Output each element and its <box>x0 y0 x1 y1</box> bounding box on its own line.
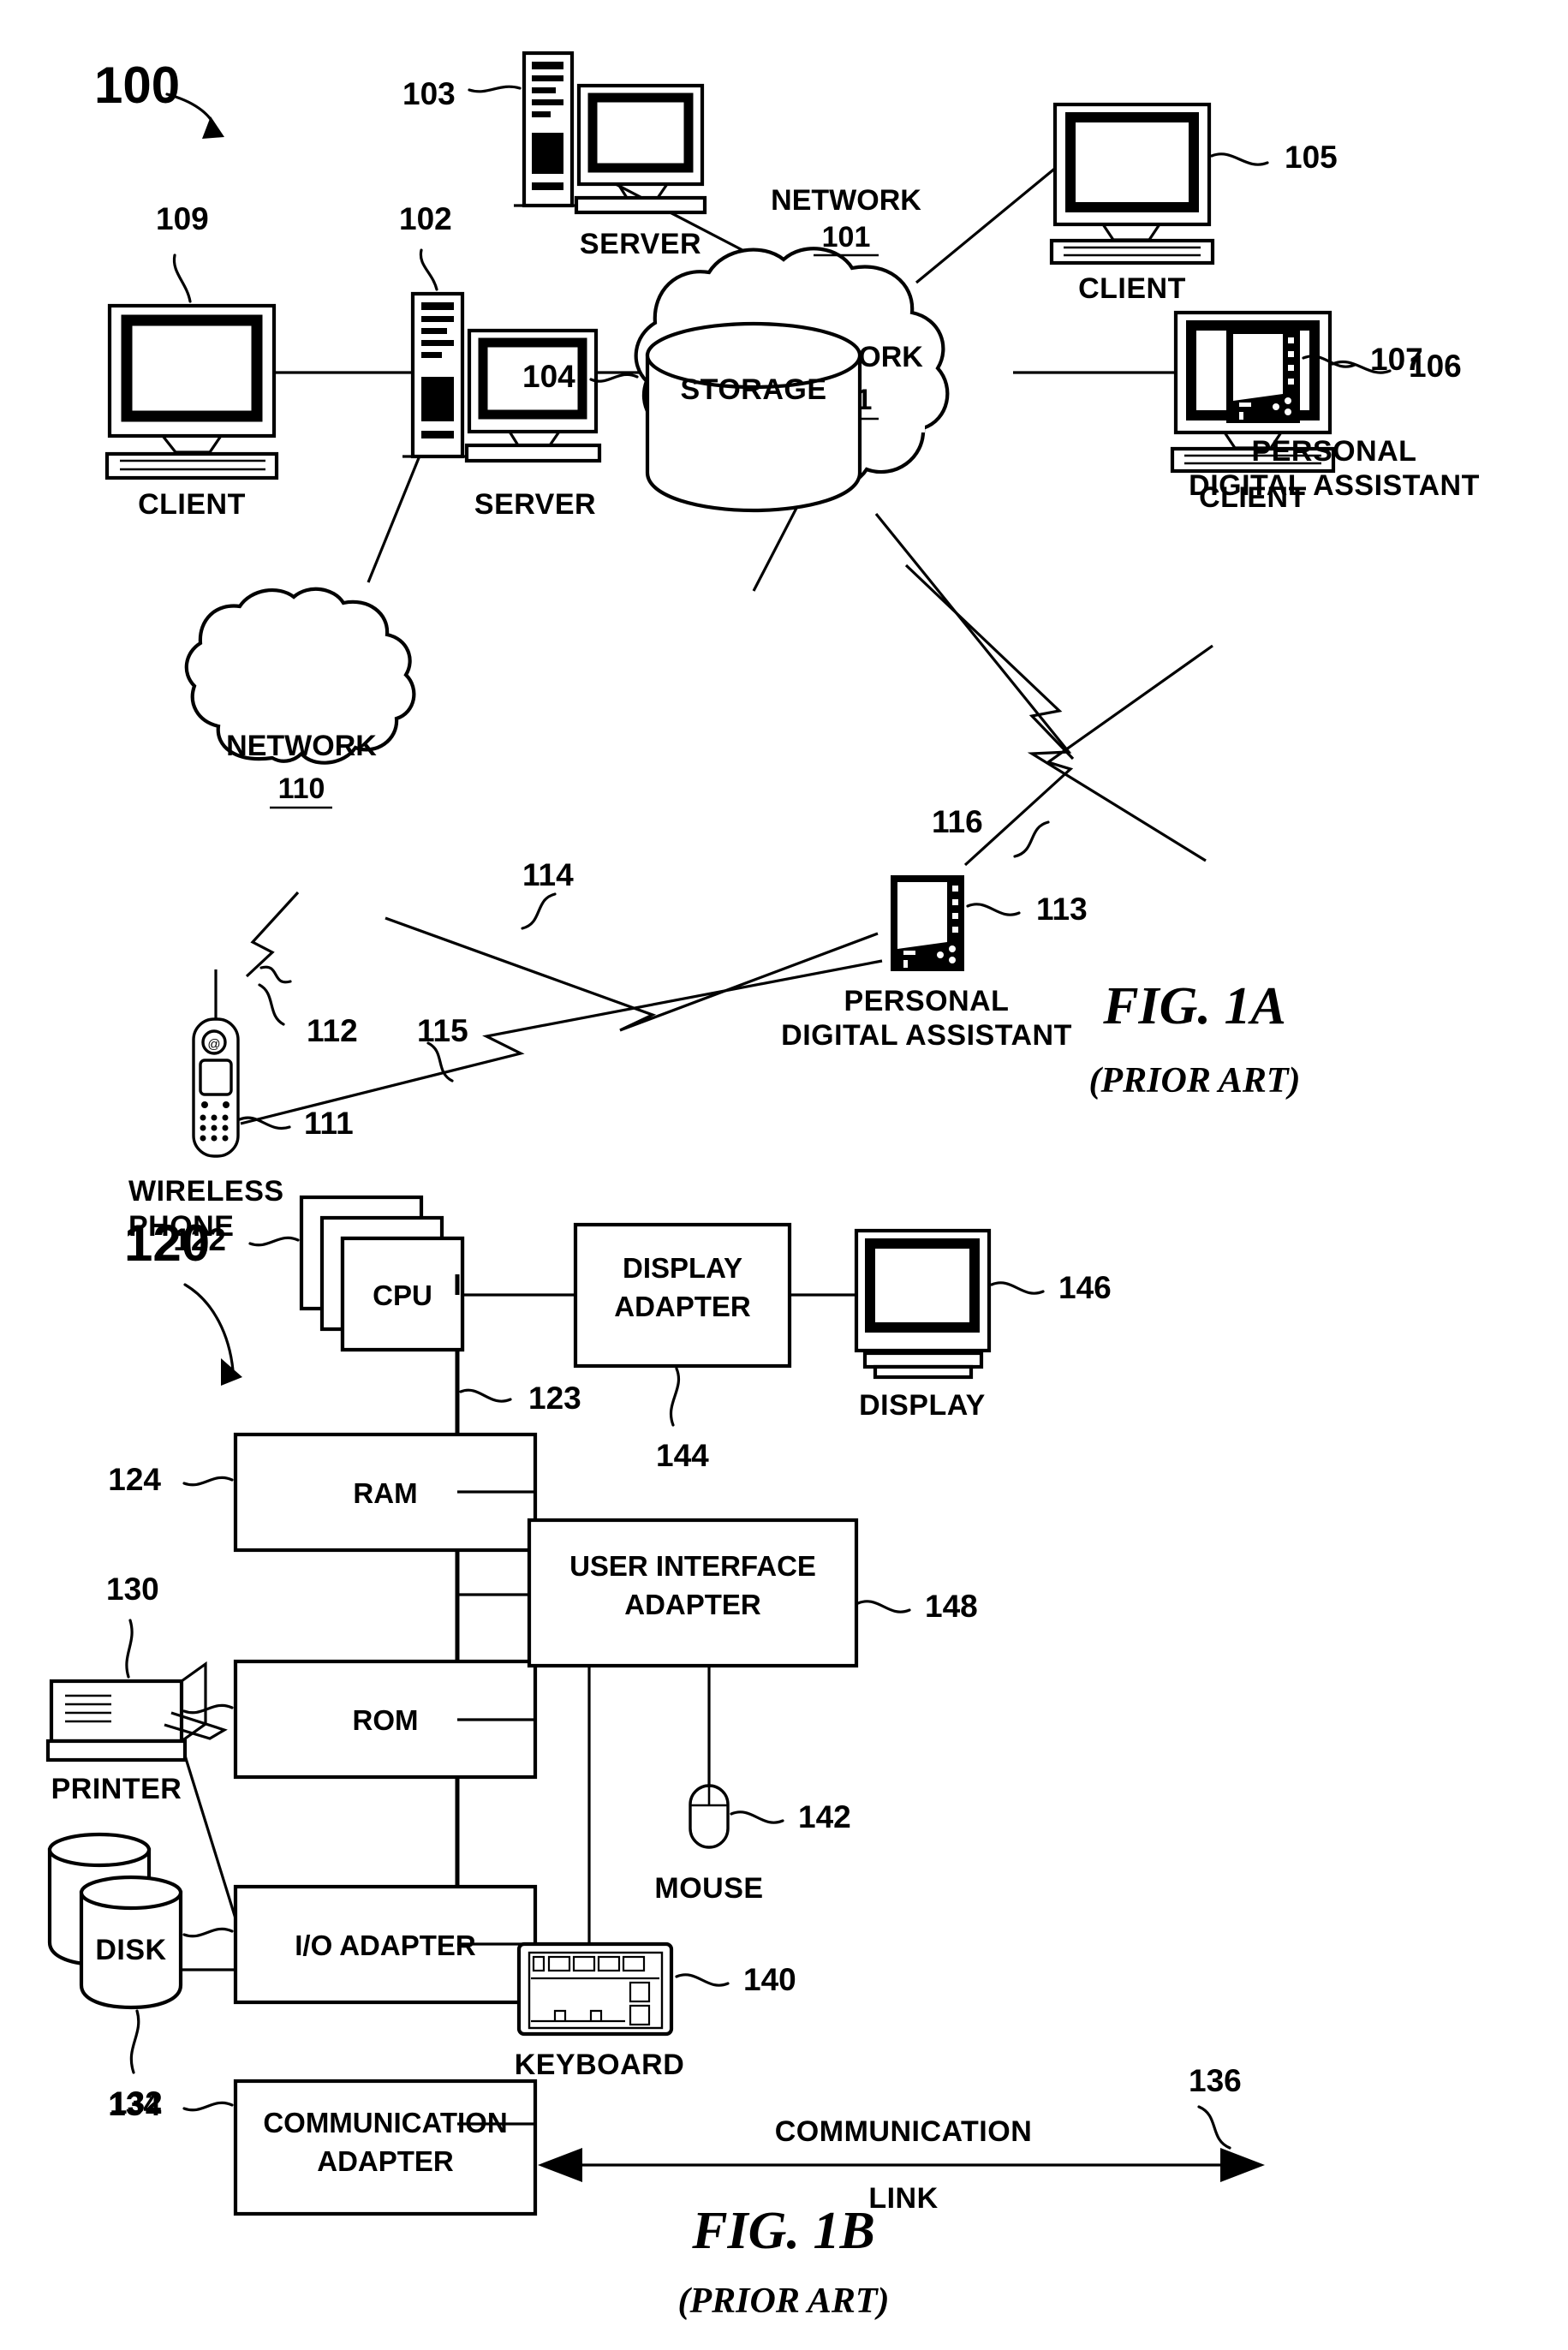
disk-label: DISK <box>95 1934 166 1966</box>
cpu-label: CPU <box>373 1279 432 1311</box>
wireless-phone-label-line1: WIRELESS <box>128 1175 284 1208</box>
system-bus-ref: 123 <box>528 1381 581 1416</box>
network-110-number: 110 <box>278 772 325 805</box>
disk-ref: 132 <box>110 2085 163 2120</box>
figure-1a-ref: 100 <box>94 57 180 114</box>
server-102-label: SERVER <box>474 488 596 521</box>
wireless-link-116: 116 <box>904 564 1213 867</box>
wireless-link-115-ref: 115 <box>417 1013 468 1048</box>
client-105-label: CLIENT <box>1078 272 1186 305</box>
client-105-ref: 105 <box>1285 140 1338 175</box>
communication-link-label-line2: LINK <box>868 2182 938 2215</box>
svg-text:@: @ <box>207 1037 220 1052</box>
pda-113-ref: 113 <box>1036 892 1088 927</box>
server-103-label: SERVER <box>580 228 701 260</box>
client-105: CLIENT 105 <box>1049 102 1338 305</box>
printer-label: PRINTER <box>51 1773 182 1805</box>
display-adapter-label-line1: DISPLAY <box>623 1252 742 1284</box>
ram-label: RAM <box>353 1477 417 1509</box>
display-adapter-ref: 144 <box>656 1438 709 1473</box>
server-102-ref: 102 <box>399 201 452 236</box>
wireless-link-114: 114 <box>385 857 879 1032</box>
figure-1b-title: FIG. 1B <box>691 2202 875 2260</box>
figure-1a-ref-arrow <box>202 116 224 139</box>
display-adapter-label-line2: ADAPTER <box>614 1291 751 1322</box>
disk-device: DISK 132 <box>47 1832 235 2120</box>
communication-link-label-line1: COMMUNICATION <box>775 2115 1033 2148</box>
figure-1a: 100 NETWORK 101 NETWORK 101 <box>94 51 1480 1243</box>
figure-1b: 120 123 CPU 122 RAM 124 ROM I/O ADAPTER … <box>45 1195 1265 2321</box>
keyboard-device: KEYBOARD 140 <box>515 1941 796 2081</box>
cpu-ref: 122 <box>173 1222 226 1257</box>
io-adapter-label: I/O ADAPTER <box>295 1930 476 1961</box>
rom-label: ROM <box>353 1704 419 1736</box>
link-network101-client105 <box>915 161 1064 284</box>
mouse-label: MOUSE <box>654 1872 763 1905</box>
wireless-phone-ref: 111 <box>304 1106 354 1141</box>
pda-113-label-line2: DIGITAL ASSISTANT <box>781 1019 1072 1052</box>
ram-ref: 124 <box>108 1462 161 1497</box>
client-109-label: CLIENT <box>138 488 246 521</box>
wireless-link-114-ref: 114 <box>522 857 574 892</box>
keyboard-ref: 140 <box>743 1962 796 1997</box>
wireless-link-112-ref: 112 <box>307 1013 358 1048</box>
user-interface-adapter-ref: 148 <box>925 1589 978 1624</box>
server-103-ref: 103 <box>402 76 456 111</box>
communication-adapter-label-line2: ADAPTER <box>317 2145 454 2177</box>
mouse-device: MOUSE 142 <box>654 1784 851 1905</box>
figure-1a-title: FIG. 1A <box>1102 977 1286 1035</box>
mouse-ref: 142 <box>798 1799 851 1834</box>
communication-link: COMMUNICATION LINK 136 <box>538 2063 1265 2215</box>
figure-1b-subtitle: (PRIOR ART) <box>678 2281 890 2321</box>
pda-107-label-line1: PERSONAL <box>1252 435 1417 468</box>
network-101-label: NETWORK <box>771 184 921 217</box>
communication-adapter-block: COMMUNICATION ADAPTER 134 <box>108 2079 538 2216</box>
patent-figure-sheet: 100 NETWORK 101 NETWORK 101 <box>0 0 1568 2350</box>
pda-107-label-line2: DIGITAL ASSISTANT <box>1189 469 1480 502</box>
ram-block: RAM 124 <box>108 1432 538 1553</box>
network-110-title: NETWORK <box>226 730 377 762</box>
network-110-cloud: NETWORK 110 <box>184 587 416 809</box>
pda-107-ref: 107 <box>1370 342 1423 377</box>
storage-104-ref: 104 <box>522 359 575 394</box>
display-monitor: DISPLAY 146 <box>854 1228 1112 1422</box>
figure-1a-subtitle: (PRIOR ART) <box>1089 1061 1301 1100</box>
keyboard-label: KEYBOARD <box>515 2049 685 2081</box>
bus-ref-leader <box>459 1388 512 1403</box>
figure-canvas: 100 NETWORK 101 NETWORK 101 <box>45 51 1480 2321</box>
display-adapter-block: DISPLAY ADAPTER 144 <box>573 1222 856 1473</box>
client-109-ref: 109 <box>156 201 209 236</box>
printer-ref: 130 <box>106 1572 159 1607</box>
user-interface-adapter-label-line1: USER INTERFACE <box>569 1550 816 1582</box>
display-label: DISPLAY <box>859 1389 986 1422</box>
display-ref: 146 <box>1058 1270 1112 1305</box>
wireless-link-112: 112 <box>245 891 358 1048</box>
user-interface-adapter-label-line2: ADAPTER <box>624 1589 761 1620</box>
pda-113-label-line1: PERSONAL <box>844 985 1010 1017</box>
link-server102-network110 <box>367 444 426 583</box>
network-101-ref: 101 <box>822 221 871 253</box>
client-109: CLIENT 109 <box>104 201 279 521</box>
storage-104-label: STORAGE <box>680 373 826 406</box>
wireless-link-116-ref: 116 <box>932 804 983 839</box>
communication-link-ref: 136 <box>1189 2063 1242 2098</box>
pda-113: PERSONAL DIGITAL ASSISTANT 113 <box>781 875 1088 1052</box>
